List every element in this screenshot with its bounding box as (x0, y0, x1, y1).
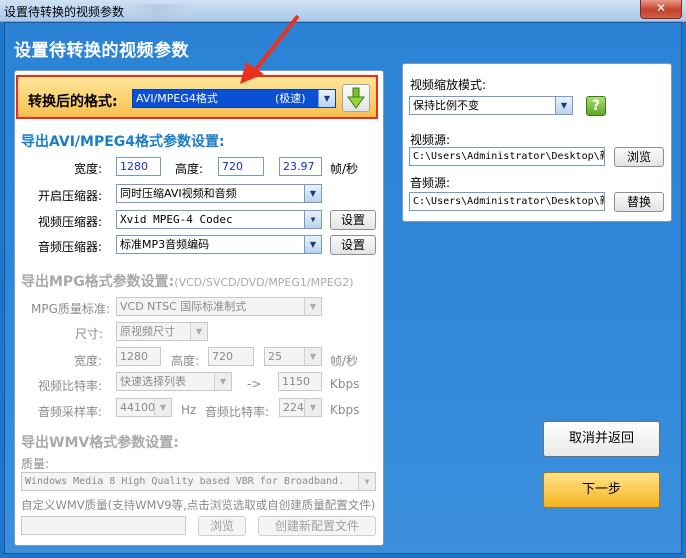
avi-vcodec-value: Xvid MPEG-4 Codec (120, 213, 233, 226)
format-value: AVI/MPEG4格式 (136, 92, 218, 105)
mpg-fps-unit: 帧/秒 (330, 354, 359, 368)
mpg-abitrate-value: 224 (283, 401, 304, 414)
mpg-width-label: 宽度: (74, 354, 103, 368)
mpg-arrow-label: -> (247, 377, 262, 391)
mpg-fps-select[interactable]: 25 ▼ (264, 347, 322, 366)
format-hint: (极速) (275, 92, 306, 105)
scale-mode-value: 保持比例不变 (413, 99, 479, 112)
wmv-section-title: 导出WMV格式参数设置: (21, 435, 179, 451)
mpg-samplerate-select[interactable]: 44100 ▼ (116, 398, 172, 417)
avi-height-input[interactable]: 720 (218, 157, 264, 176)
chevron-down-icon: ▼ (214, 373, 231, 390)
format-label: 转换后的格式: (28, 94, 118, 110)
avi-fps-unit: 帧/秒 (330, 162, 359, 176)
mpg-vbitrate-label: 视频比特率: (38, 379, 103, 393)
scale-mode-label: 视频缩放模式: (410, 78, 487, 92)
avi-vcodec-label: 视频压缩器: (38, 215, 103, 229)
mpg-abitrate-select[interactable]: 224 ▼ (279, 398, 322, 417)
mpg-samplerate-value: 44100 (120, 401, 155, 414)
blurred-title-text (128, 4, 190, 18)
annotation-arrow-icon (240, 14, 300, 84)
avi-acodec-label: 音频压缩器: (38, 240, 103, 254)
chevron-down-icon: ▼ (190, 323, 207, 340)
avi-enable-value: 同时压缩AVI视频和音频 (120, 187, 237, 200)
avi-fps-input[interactable]: 23.97 (279, 157, 322, 176)
format-select[interactable]: AVI/MPEG4格式 (极速) ▼ (132, 89, 336, 108)
chevron-down-icon: ▼ (318, 90, 335, 107)
mpg-width-input[interactable]: 1280 (116, 347, 161, 366)
wmv-quality-select[interactable]: Windows Media 8 High Quality based VBR f… (21, 472, 376, 491)
chevron-down-icon: ▼ (304, 185, 321, 202)
mpg-samplerate-label: 音频采样率: (38, 405, 103, 419)
video-browse-button[interactable]: 浏览 (614, 147, 664, 167)
mpg-size-select[interactable]: 原视频尺寸 ▼ (116, 322, 208, 341)
avi-width-label: 宽度: (74, 162, 103, 176)
wmv-quality-label: 质量: (21, 457, 50, 471)
mpg-height-label: 高度: (171, 354, 200, 368)
audio-replace-button[interactable]: 替换 (614, 192, 664, 212)
avi-enable-label: 开启压缩器: (38, 189, 103, 203)
mpg-vbitrate-select[interactable]: 快速选择列表 ▼ (116, 372, 232, 391)
mpg-size-value: 原视频尺寸 (120, 325, 175, 338)
mpg-height-input[interactable]: 720 (208, 347, 254, 366)
wmv-quality-value: Windows Media 8 High Quality based VBR f… (25, 476, 345, 487)
chevron-down-icon: ▼ (304, 298, 321, 315)
chevron-down-icon: ▼ (154, 399, 171, 416)
scale-mode-select[interactable]: 保持比例不变 ▼ (409, 96, 573, 115)
wmv-create-config-button[interactable]: 创建新配置文件 (258, 516, 376, 536)
avi-height-label: 高度: (175, 162, 204, 176)
mpg-vbitrate-value: 快速选择列表 (120, 375, 186, 388)
close-button[interactable]: ✕ (640, 0, 682, 19)
download-arrow-button[interactable] (342, 84, 370, 112)
mpg-quality-label: MPG质量标准: (31, 302, 110, 316)
help-button[interactable]: ? (586, 96, 606, 116)
mpg-size-label: 尺寸: (75, 327, 104, 341)
wmv-custom-label: 自定义WMV质量(支持WMV9等,点击浏览选取或自创建质量配置文件) (21, 498, 376, 512)
next-step-button[interactable]: 下一步 (543, 472, 660, 508)
avi-acodec-select[interactable]: 标准MP3音频编码 ▼ (116, 235, 322, 254)
acodec-settings-button[interactable]: 设置 (330, 235, 376, 255)
wmv-custom-input[interactable] (21, 516, 186, 535)
chevron-down-icon: ▼ (304, 236, 321, 253)
chevron-down-icon: ▼ (304, 211, 321, 228)
mpg-title-sub: (VCD/SVCD/DVD/MPEG1/MPEG2) (174, 276, 354, 289)
mpg-abitrate-unit: Kbps (330, 403, 360, 417)
avi-vcodec-select[interactable]: Xvid MPEG-4 Codec ▼ (116, 210, 322, 229)
mpg-fps-value: 25 (268, 350, 282, 363)
vcodec-settings-button[interactable]: 设置 (330, 210, 376, 230)
mpg-quality-select[interactable]: VCD NTSC 国际标准制式 ▼ (116, 297, 322, 316)
chevron-down-icon: ▼ (555, 97, 572, 114)
dialog-heading: 设置待转换的视频参数 (14, 41, 189, 61)
mpg-section-title: 导出MPG格式参数设置:(VCD/SVCD/DVD/MPEG1/MPEG2) (21, 271, 354, 291)
avi-section-title: 导出AVI/MPEG4格式参数设置: (21, 134, 225, 150)
cancel-return-button[interactable]: 取消并返回 (543, 421, 660, 457)
video-source-label: 视频源: (410, 133, 451, 147)
window-title: 设置待转换的视频参数 (4, 5, 125, 19)
chevron-down-icon: ▼ (358, 473, 375, 490)
wmv-browse-button[interactable]: 浏览 (198, 516, 246, 536)
mpg-quality-value: VCD NTSC 国际标准制式 (120, 300, 247, 313)
video-source-input[interactable]: C:\Users\Administrator\Desktop\新 (409, 147, 605, 166)
mpg-kbps-input[interactable]: 1150 (278, 372, 322, 391)
audio-source-input[interactable]: C:\Users\Administrator\Desktop\新 (409, 192, 605, 211)
chevron-down-icon: ▼ (304, 399, 321, 416)
mpg-abitrate-label: 音频比特率: (205, 405, 270, 419)
avi-width-input[interactable]: 1280 (116, 157, 161, 176)
mpg-kbps-unit: Kbps (330, 377, 360, 391)
download-arrow-icon (347, 87, 365, 109)
title-bar: 设置待转换的视频参数 ✕ (0, 0, 686, 22)
audio-source-label: 音频源: (410, 176, 451, 190)
chevron-down-icon: ▼ (304, 348, 321, 365)
mpg-hz-unit: Hz (181, 403, 197, 417)
avi-enable-select[interactable]: 同时压缩AVI视频和音频 ▼ (116, 184, 322, 203)
mpg-title: 导出MPG格式参数设置: (21, 274, 175, 290)
avi-acodec-value: 标准MP3音频编码 (120, 238, 210, 251)
